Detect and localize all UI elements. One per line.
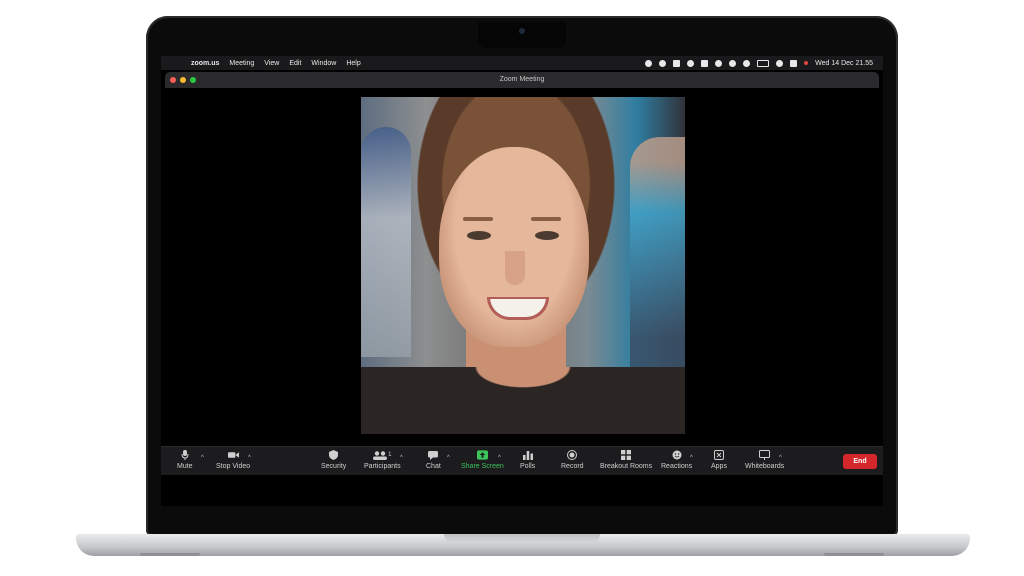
notification-dot-icon [804, 61, 809, 65]
smiley-icon [671, 450, 682, 460]
speech-bubble-icon [428, 450, 439, 460]
sync-icon[interactable] [687, 59, 695, 67]
bluetooth-icon[interactable] [715, 59, 723, 67]
apps-icon [713, 450, 724, 460]
share-arrow-icon [476, 450, 488, 460]
menu-window[interactable]: Window [311, 60, 336, 67]
menu-clock[interactable]: Wed 14 Dec 21.55 [815, 60, 873, 67]
stop-video-button[interactable]: Stop Video [216, 450, 250, 471]
mute-button[interactable]: Mute [177, 450, 193, 471]
nose [505, 251, 525, 285]
control-center-icon[interactable] [790, 59, 798, 67]
participants-button[interactable]: 1 Participants [364, 450, 401, 471]
eyebrow [531, 217, 561, 221]
spotlight-search-icon[interactable] [776, 59, 784, 67]
breakout-rooms-label: Breakout Rooms [600, 463, 653, 470]
meeting-toolbar: Mute ^ Stop Video ^ Security 1 Participa… [161, 446, 883, 475]
stop-video-label: Stop Video [216, 463, 251, 470]
laptop-foot [140, 553, 200, 556]
chevron-up-icon[interactable]: ^ [201, 455, 204, 461]
chevron-up-icon[interactable]: ^ [498, 455, 501, 461]
play-icon[interactable] [729, 59, 737, 67]
camera-notch [478, 22, 566, 48]
apps-label: Apps [711, 463, 727, 470]
webcam-icon [519, 28, 525, 34]
laptop-opening-notch [444, 534, 600, 543]
close-window-button[interactable] [170, 77, 176, 83]
menu-view[interactable]: View [264, 60, 279, 67]
chevron-up-icon[interactable]: ^ [779, 455, 782, 461]
apps-button[interactable]: Apps [711, 450, 727, 471]
status-tray: Wed 14 Dec 21.55 [645, 56, 873, 70]
menu-help[interactable]: Help [346, 60, 360, 67]
bar-chart-icon [522, 450, 533, 460]
chat-label: Chat [426, 463, 441, 470]
menu-meeting[interactable]: Meeting [229, 60, 254, 67]
battery-icon[interactable] [757, 59, 770, 67]
shirt [361, 367, 685, 434]
menu-app-name[interactable]: zoom.us [191, 60, 219, 67]
reactions-button[interactable]: Reactions [661, 450, 692, 471]
chevron-up-icon[interactable]: ^ [400, 455, 403, 461]
laptop-screen: zoom.us Meeting View Edit Window Help We… [161, 56, 883, 506]
whiteboards-label: Whiteboards [745, 463, 785, 470]
wifi-icon[interactable] [743, 59, 751, 67]
messenger-icon[interactable] [659, 59, 667, 67]
keyboard-icon[interactable] [701, 59, 709, 67]
window-title: Zoom Meeting [499, 76, 545, 83]
breakout-rooms-button[interactable]: Breakout Rooms [600, 450, 652, 471]
smile [487, 297, 549, 320]
participant-video[interactable] [361, 97, 685, 434]
chat-button[interactable]: Chat [426, 450, 441, 471]
share-screen-label: Share Screen [461, 463, 504, 470]
participants-label: Participants [364, 463, 401, 470]
grammarly-icon[interactable] [645, 59, 653, 67]
reactions-label: Reactions [661, 463, 693, 470]
laptop-foot [824, 553, 884, 556]
record-label: Record [561, 463, 584, 470]
chevron-up-icon[interactable]: ^ [690, 455, 693, 461]
security-label: Security [321, 463, 347, 470]
record-button[interactable]: Record [561, 450, 584, 471]
window-title-bar: Zoom Meeting [165, 72, 879, 88]
people-icon: 1 [371, 450, 393, 460]
fullscreen-window-button[interactable] [190, 77, 196, 83]
whiteboard-icon [759, 450, 771, 460]
minimize-window-button[interactable] [180, 77, 186, 83]
polls-label: Polls [520, 463, 536, 470]
chevron-up-icon[interactable]: ^ [248, 455, 251, 461]
menu-edit[interactable]: Edit [289, 60, 301, 67]
record-dot-icon [567, 450, 578, 460]
end-meeting-button[interactable]: End [843, 454, 877, 469]
shield-icon [328, 450, 339, 460]
polls-button[interactable]: Polls [520, 450, 535, 471]
eyebrow [463, 217, 493, 221]
participants-count: 1 [388, 452, 392, 458]
microphone-icon [179, 450, 190, 460]
mute-label: Mute [177, 463, 193, 470]
menu-bar: zoom.us Meeting View Edit Window Help We… [161, 56, 883, 70]
grid-icon [621, 450, 632, 460]
chevron-up-icon[interactable]: ^ [447, 455, 450, 461]
slack-icon[interactable] [673, 59, 681, 67]
face [439, 147, 589, 347]
background-person [630, 137, 685, 387]
video-camera-icon [227, 450, 239, 460]
security-button[interactable]: Security [321, 450, 346, 471]
eye [535, 231, 559, 240]
eye [467, 231, 491, 240]
